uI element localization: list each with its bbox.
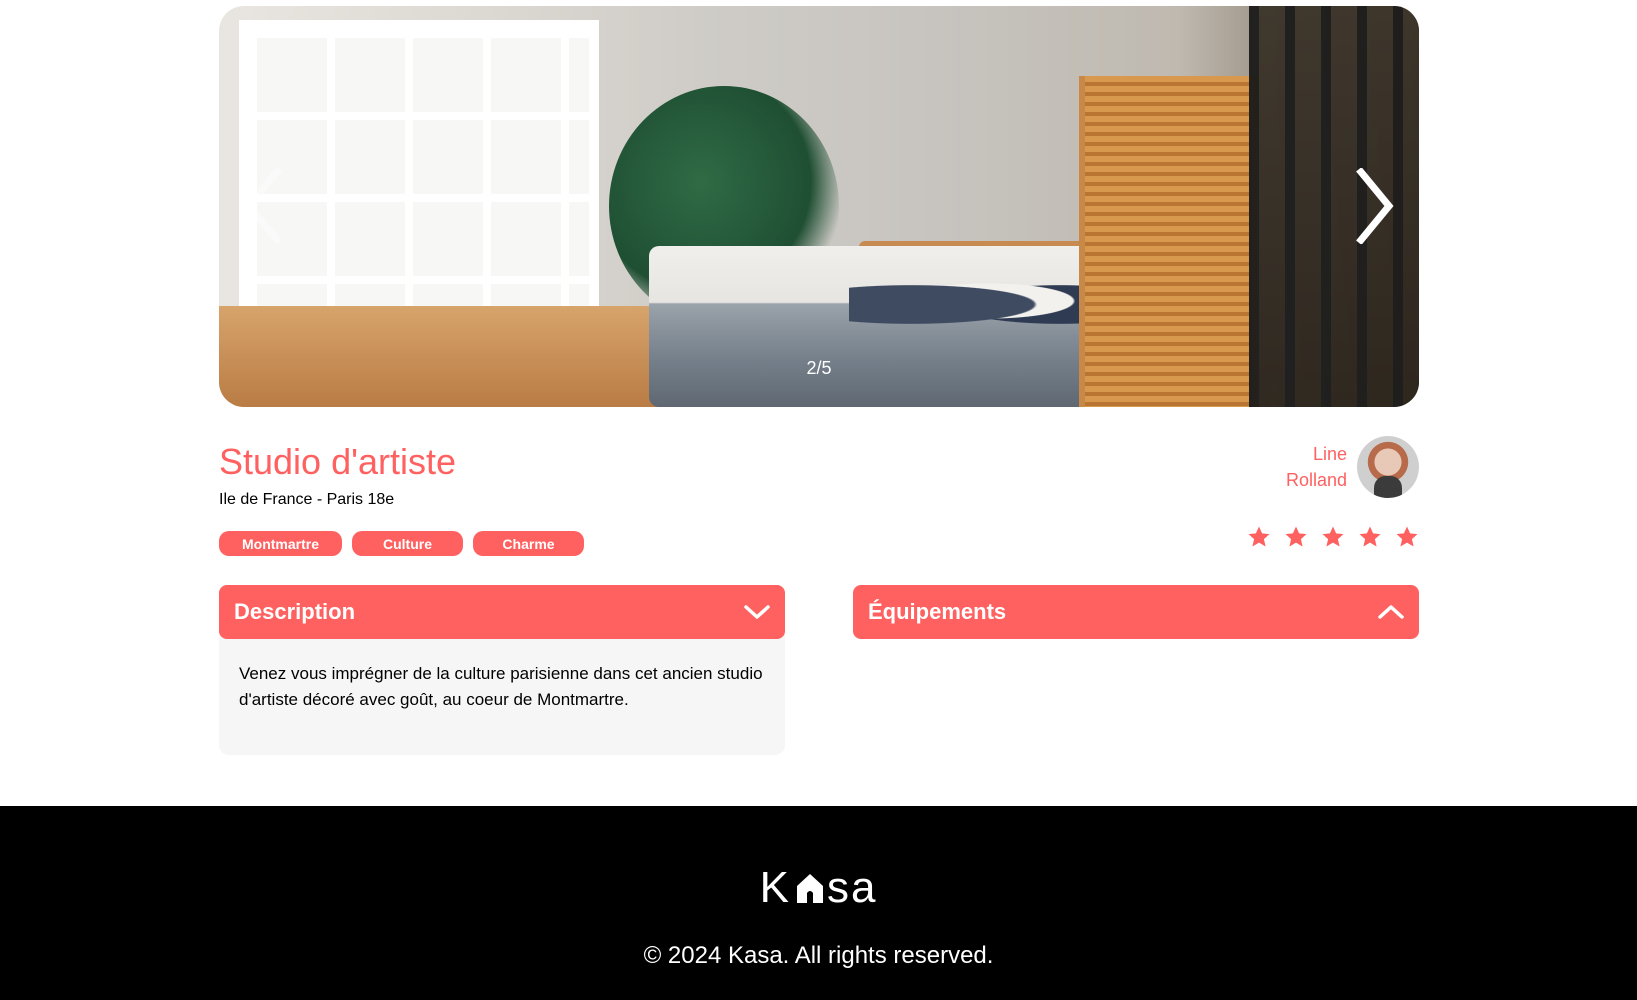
listing-location: Ile de France - Paris 18e	[219, 491, 395, 508]
house-icon	[796, 874, 823, 903]
equipments-collapse: Équipements	[853, 585, 1419, 639]
equipments-collapse-header[interactable]: Équipements	[853, 585, 1419, 639]
carousel-next-button[interactable]	[1345, 166, 1405, 246]
star-icon	[1322, 526, 1344, 547]
footer-logo: K sa	[759, 863, 878, 912]
tag: Montmartre	[219, 531, 342, 556]
listing-title: Studio d'artiste	[219, 441, 457, 482]
chevron-left-icon	[244, 168, 282, 244]
star-icon	[1359, 526, 1381, 547]
star-icon	[1396, 526, 1418, 547]
carousel-counter: 2/5	[806, 358, 832, 378]
tag: Charme	[473, 531, 584, 556]
window-grid	[249, 30, 589, 310]
rating-stars	[1247, 525, 1419, 549]
description-title: Description	[234, 599, 356, 624]
host-name: Line Rolland	[1286, 441, 1347, 493]
logo-letters-sa: sa	[826, 863, 878, 912]
star-icon	[1285, 526, 1307, 547]
chevron-up-icon	[1378, 605, 1404, 619]
logo-letter-k: K	[759, 863, 791, 912]
description-collapse-header[interactable]: Description	[219, 585, 785, 639]
footer: K sa © 2024 Kasa. All rights reserved.	[0, 806, 1637, 1000]
host-avatar	[1357, 436, 1419, 498]
chevron-down-icon	[744, 605, 770, 619]
description-collapse: Description Venez vous imprégner de la c…	[219, 585, 785, 755]
host-last-name: Rolland	[1285, 470, 1347, 490]
host-info: Line Rolland	[1286, 436, 1419, 498]
star-icon	[1248, 526, 1270, 547]
description-body: Venez vous imprégner de la culture paris…	[219, 631, 785, 755]
carousel-prev-button[interactable]	[233, 166, 293, 246]
footer-copyright: © 2024 Kasa. All rights reserved.	[643, 942, 994, 969]
tag-list: Montmartre Culture Charme	[219, 531, 584, 556]
equipments-title: Équipements	[868, 599, 1007, 624]
carousel-photo-window	[239, 20, 599, 320]
chevron-right-icon	[1356, 168, 1394, 244]
tag: Culture	[352, 531, 463, 556]
host-first-name: Line	[1312, 444, 1347, 464]
image-carousel: 2/5	[219, 6, 1419, 407]
